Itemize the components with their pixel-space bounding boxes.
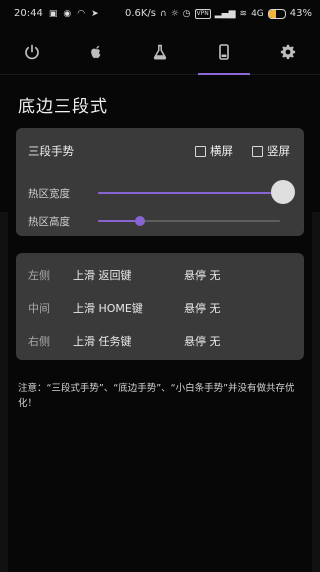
coexistence-note: 注意：“三段式手势”、“底边手势”、“小白条手势”并没有做共存优化！ [18, 383, 295, 409]
flask-icon [153, 44, 167, 60]
battery-fill [268, 9, 276, 18]
gesture-row-left[interactable]: 左侧 上滑 返回键 悬停 无 [28, 267, 298, 285]
right-hold-prefix: 悬停 [184, 335, 210, 348]
left-hold-prefix: 悬停 [184, 269, 210, 282]
portrait-checkbox[interactable]: 竖屏 [252, 143, 290, 159]
gesture-actions-card: 左侧 上滑 返回键 悬停 无 中间 上滑 HOME键 悬停 无 右侧 上滑 任务… [16, 253, 304, 360]
phone-icon [219, 44, 229, 60]
page-title: 底边三段式 [18, 97, 108, 117]
wechat-icon: ◉ [63, 8, 72, 19]
middle-hold-prefix: 悬停 [184, 302, 210, 315]
gesture-row-right[interactable]: 右侧 上滑 任务键 悬停 无 [28, 333, 298, 351]
gauge-icon: ◠ [77, 8, 86, 19]
landscape-checkbox[interactable]: 横屏 [195, 143, 233, 159]
left-slide-prefix: 上滑 [73, 269, 99, 282]
portrait-label: 竖屏 [267, 144, 290, 158]
middle-hold-action[interactable]: 悬停 无 [184, 300, 221, 316]
sim-notification-icon: ▣ [48, 8, 58, 19]
right-slide-action[interactable]: 上滑 任务键 [73, 333, 132, 349]
tab-apple[interactable] [64, 30, 128, 74]
left-slide-action[interactable]: 上滑 返回键 [73, 267, 132, 283]
hotzone-width-label: 热区宽度 [28, 188, 70, 200]
location-icon: ➤ [91, 8, 99, 19]
status-bar-left: 20:44 ▣ ◉ ◠ ➤ [14, 8, 99, 19]
power-icon [25, 44, 39, 60]
gesture-row-middle[interactable]: 中间 上滑 HOME键 悬停 无 [28, 300, 298, 318]
battery-icon [267, 8, 286, 19]
headphones-icon: ∩ [160, 8, 167, 19]
gesture-title: 三段手势 [28, 144, 74, 158]
signal-4g-icon: 4G [251, 8, 264, 19]
tab-power[interactable] [0, 30, 64, 74]
hotzone-height-thumb[interactable] [134, 216, 145, 226]
left-edge-strip [0, 212, 8, 572]
right-edge-strip [312, 212, 320, 572]
left-slide-value: 返回键 [98, 269, 132, 282]
portrait-checkbox-box[interactable] [252, 145, 263, 157]
tab-settings[interactable] [256, 30, 320, 74]
left-hold-value: 无 [209, 269, 221, 282]
tab-bar [0, 30, 320, 75]
brightness-icon: ☼ [170, 8, 179, 19]
right-hold-action[interactable]: 悬停 无 [184, 333, 221, 349]
hotzone-width-slider-row: 热区宽度 [28, 180, 298, 206]
right-hold-value: 无 [209, 335, 221, 348]
wifi-icon: ≋ [239, 8, 248, 19]
right-slide-value: 任务键 [98, 335, 132, 348]
left-hold-action[interactable]: 悬停 无 [184, 267, 221, 283]
gear-icon [280, 44, 296, 60]
hotzone-height-track[interactable] [98, 216, 280, 226]
middle-slide-prefix: 上滑 [73, 302, 99, 315]
hotzone-width-fill [98, 192, 277, 194]
hotzone-height-label: 热区高度 [28, 216, 70, 228]
apple-icon [91, 45, 101, 59]
hotzone-width-track[interactable] [98, 188, 282, 198]
status-bar-right: 0.6K/s ∩ ☼ ◷ VPN ▂▄▆ ≋ 4G 43% [125, 8, 312, 19]
middle-slide-value: HOME键 [98, 302, 143, 315]
floating-preview-thumb[interactable] [271, 180, 295, 204]
signal-icon: ▂▄▆ [214, 8, 236, 19]
landscape-checkbox-box[interactable] [195, 145, 206, 157]
battery-percent: 43% [289, 8, 312, 19]
middle-slide-action[interactable]: 上滑 HOME键 [73, 300, 143, 316]
right-side-label: 右侧 [28, 335, 50, 348]
gesture-settings-card: 三段手势 横屏 竖屏 热区宽度 热区高度 [16, 128, 304, 236]
right-slide-prefix: 上滑 [73, 335, 99, 348]
middle-hold-value: 无 [209, 302, 221, 315]
vpn-icon: VPN [194, 8, 211, 19]
status-bar: 20:44 ▣ ◉ ◠ ➤ 0.6K/s ∩ ☼ ◷ VPN ▂▄▆ ≋ 4G … [0, 0, 320, 28]
network-speed: 0.6K/s [124, 8, 156, 19]
hotzone-height-fill [98, 220, 140, 222]
left-side-label: 左侧 [28, 269, 50, 282]
middle-side-label: 中间 [28, 302, 50, 315]
landscape-label: 横屏 [210, 144, 233, 158]
hotzone-height-slider-row: 热区高度 [28, 208, 298, 234]
tab-phone[interactable] [192, 30, 256, 75]
tab-flask[interactable] [128, 30, 192, 74]
status-time: 20:44 [14, 8, 43, 19]
alarm-icon: ◷ [182, 8, 191, 19]
